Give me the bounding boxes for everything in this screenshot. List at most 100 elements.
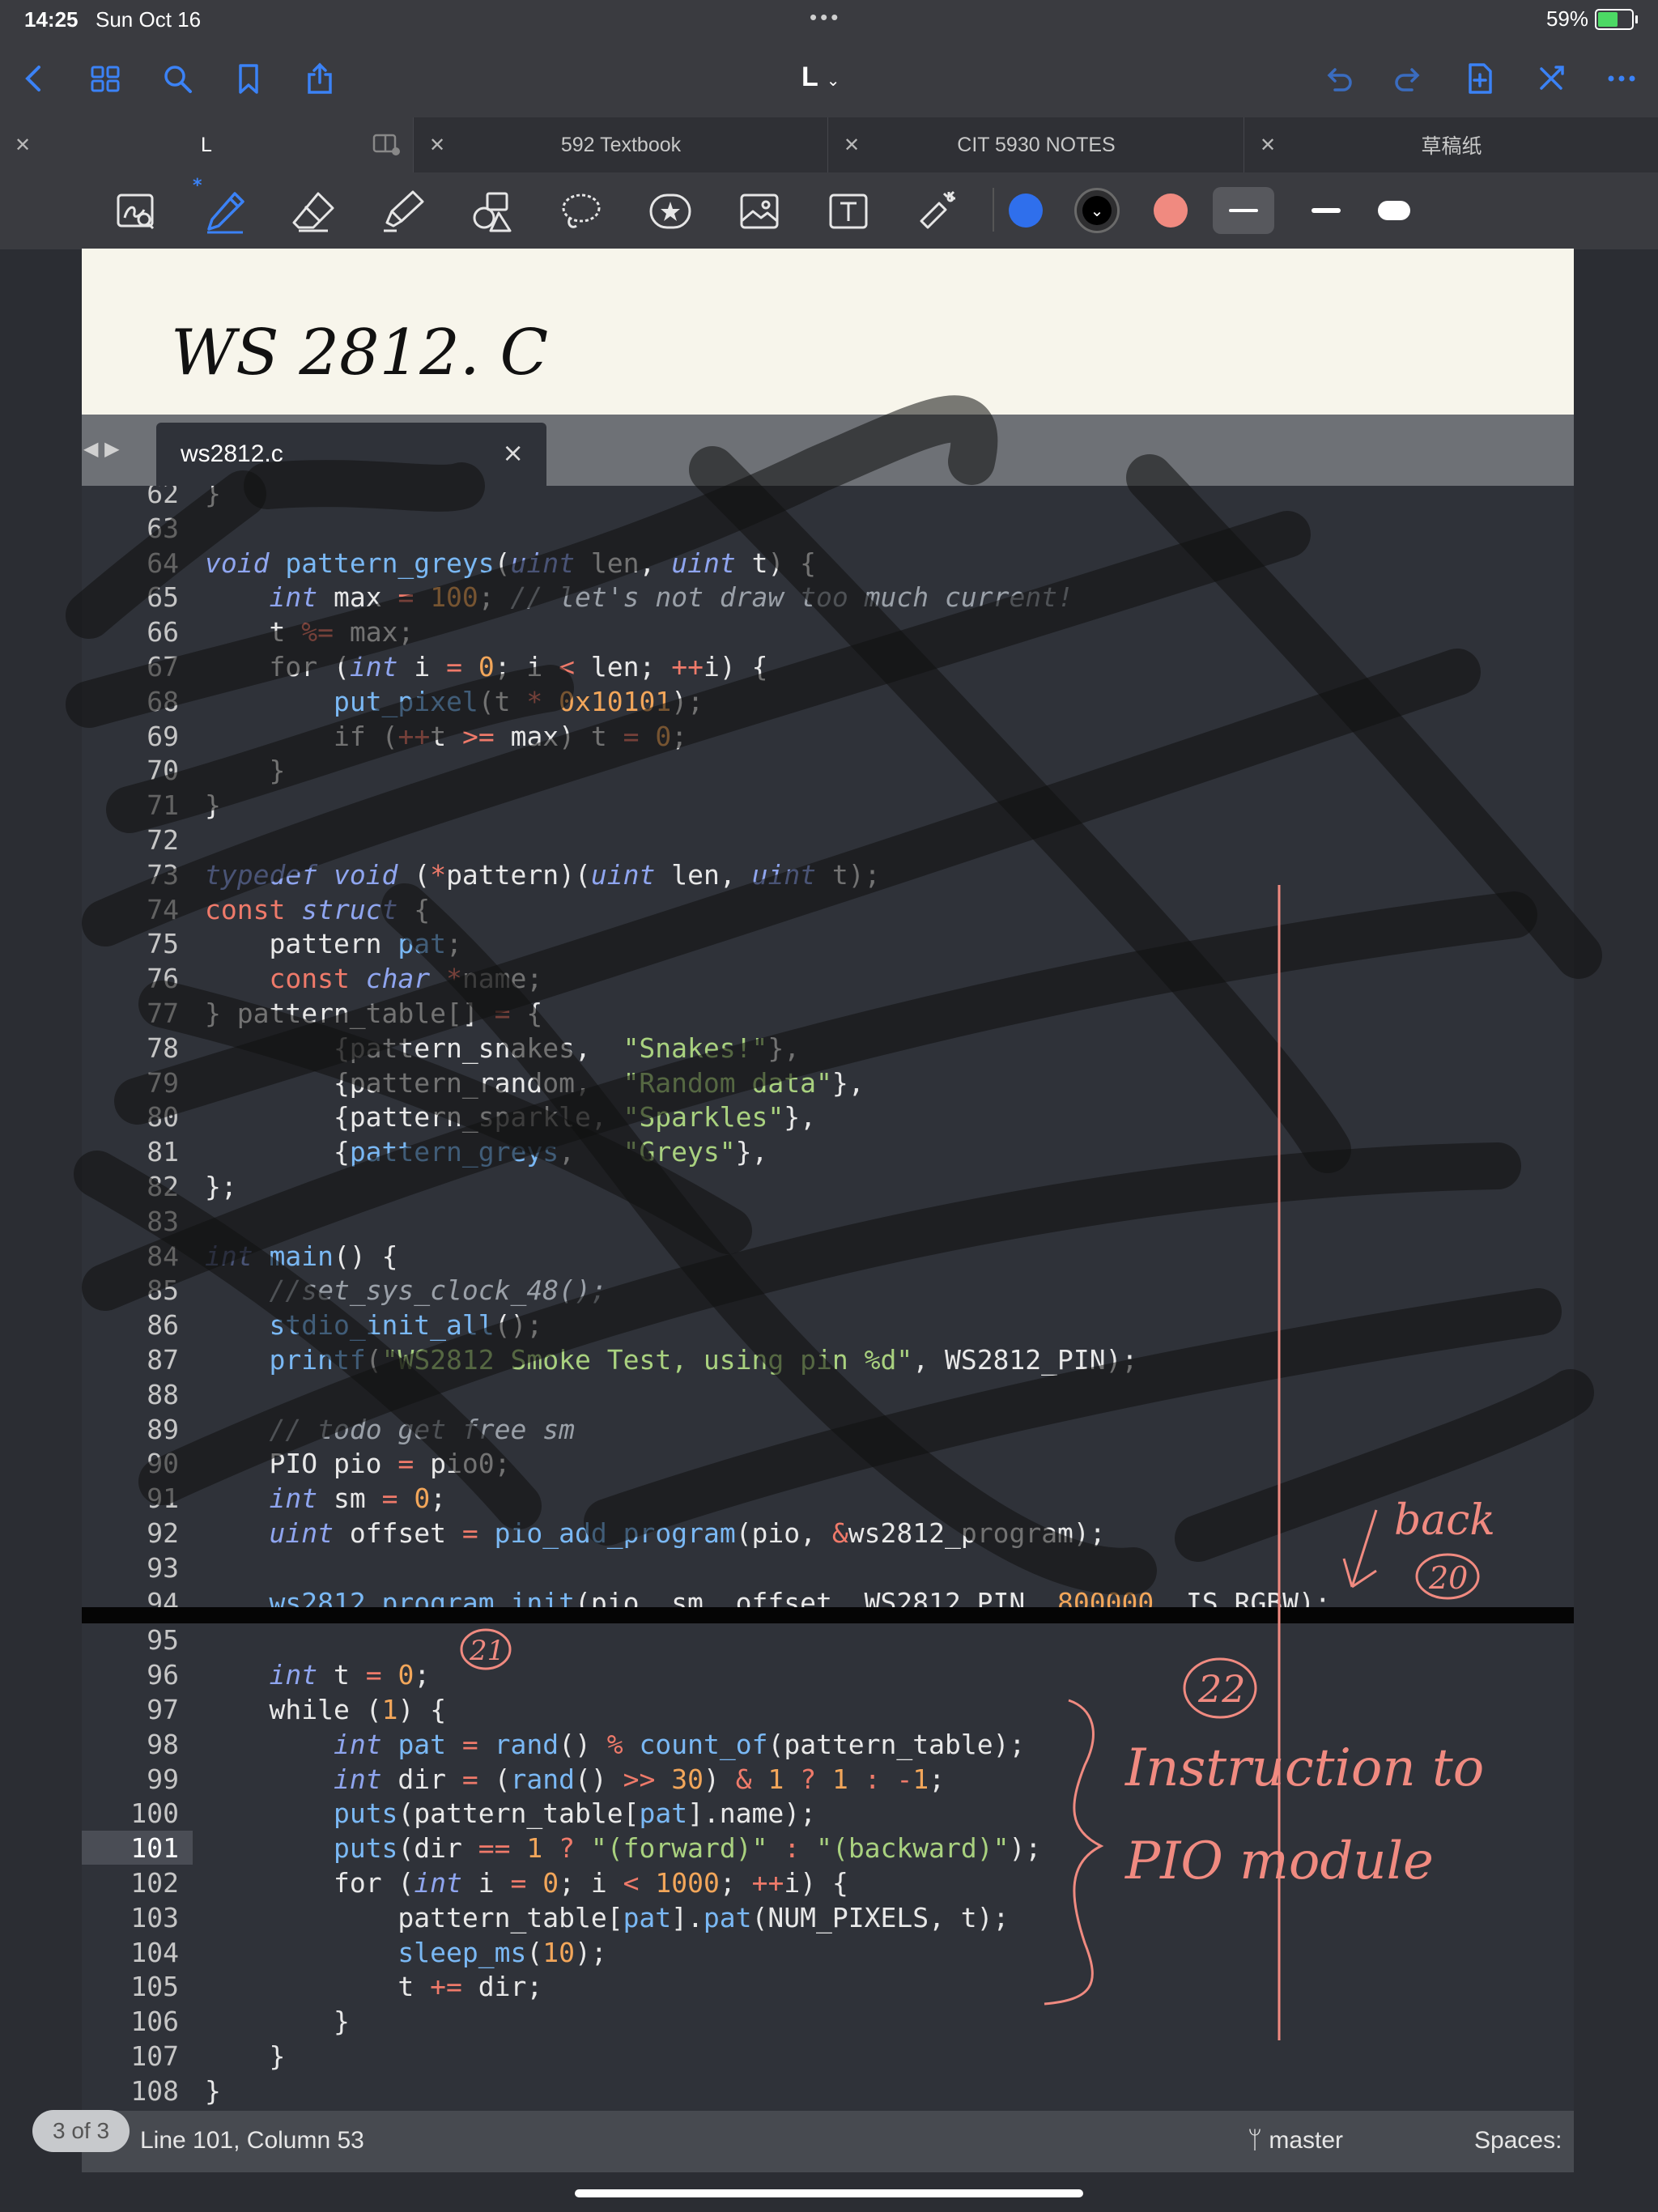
lasso-icon[interactable] <box>557 187 606 236</box>
code-line[interactable]: 77} pattern_table[] = { <box>82 996 1574 1031</box>
undo-icon[interactable] <box>1318 58 1358 99</box>
code-line[interactable]: 87 printf("WS2812 Smoke Test, using pin … <box>82 1342 1574 1377</box>
code-line[interactable]: 80 {pattern_sparkle, "Sparkles"}, <box>82 1100 1574 1134</box>
code-line[interactable]: 66 t %= max; <box>82 615 1574 649</box>
home-indicator[interactable] <box>575 2189 1083 2197</box>
code-line[interactable]: 76 const char *name; <box>82 961 1574 996</box>
close-icon[interactable]: ✕ <box>15 134 31 157</box>
code-line[interactable]: 64 void pattern_greys(uint len, uint t) { <box>82 546 1574 581</box>
highlighter-icon[interactable] <box>379 187 427 236</box>
code-line[interactable]: 89 // todo get free sm <box>82 1412 1574 1447</box>
code-line[interactable]: 68 put_pixel(t * 0x10101); <box>82 684 1574 719</box>
code-line[interactable]: 105 t += dir; <box>82 1969 1574 2004</box>
code-line[interactable]: 91 int sm = 0; <box>82 1481 1574 1516</box>
close-icon[interactable]: × <box>502 437 524 468</box>
code-line[interactable]: 100 puts(pattern_table[pat].name); <box>82 1796 1574 1831</box>
code-line[interactable]: 79 {pattern_random, "Random data"}, <box>82 1066 1574 1100</box>
code-line[interactable]: 62} <box>82 486 1574 511</box>
editor-tab-ws2812[interactable]: ws2812.c × <box>156 423 546 486</box>
code-text: {pattern_random, "Random data"}, <box>205 1066 865 1099</box>
document-title[interactable]: L ⌄ <box>801 62 840 93</box>
code-line[interactable]: 90 PIO pio = pio0; <box>82 1446 1574 1481</box>
code-line[interactable]: 67 for (int i = 0; i < len; ++i) { <box>82 649 1574 684</box>
line-number: 101 <box>130 1832 179 1865</box>
code-line[interactable]: 74 const struct { <box>82 892 1574 927</box>
code-line[interactable]: 65 int max = 100; // let's not draw too … <box>82 580 1574 615</box>
color-swatch-blue[interactable] <box>1009 194 1043 228</box>
code-line[interactable]: 99 int dir = (rand() >> 30) & 1 ? 1 : -1… <box>82 1762 1574 1797</box>
grid-icon[interactable] <box>85 58 125 99</box>
code-line[interactable]: 93 <box>82 1551 1574 1585</box>
close-tools-icon[interactable] <box>1531 58 1571 99</box>
pen-icon[interactable]: * <box>193 176 249 236</box>
code-line[interactable]: 106 } <box>82 2004 1574 2039</box>
close-icon[interactable]: ✕ <box>844 134 860 157</box>
code-line[interactable]: 82}; <box>82 1169 1574 1204</box>
multitasking-dots[interactable]: ••• <box>810 5 841 30</box>
eraser-icon[interactable] <box>289 187 338 236</box>
tab-draft-paper[interactable]: ✕ 草稿纸 <box>1245 117 1658 172</box>
line-number: 88 <box>147 1378 179 1410</box>
more-icon[interactable] <box>1601 58 1642 99</box>
code-text: typedef void (*pattern)(uint len, uint t… <box>205 858 881 891</box>
code-line[interactable]: 95 <box>82 1623 1574 1657</box>
color-swatch-black[interactable]: ⌄ <box>1074 188 1120 233</box>
tab-592-textbook[interactable]: ✕ 592 Textbook <box>414 117 828 172</box>
line-number: 90 <box>147 1448 179 1480</box>
git-branch[interactable]: ᛘ master <box>1248 2127 1343 2155</box>
code-line[interactable]: 84 int main() { <box>82 1239 1574 1274</box>
code-line[interactable]: 81 {pattern_greys, "Greys"}, <box>82 1134 1574 1169</box>
indentation-setting[interactable]: Spaces: <box>1474 2127 1562 2155</box>
code-line[interactable]: 104 sleep_ms(10); <box>82 1935 1574 1970</box>
laser-icon[interactable] <box>913 187 962 236</box>
code-line[interactable]: 92 uint offset = pio_add_program(pio, &w… <box>82 1516 1574 1551</box>
close-icon[interactable]: ✕ <box>1260 134 1276 157</box>
text-icon[interactable] <box>824 187 873 236</box>
code-line[interactable]: 69 if (++t >= max) t = 0; <box>82 719 1574 754</box>
stroke-thick-button[interactable] <box>1373 187 1422 234</box>
code-line[interactable]: 83 <box>82 1204 1574 1239</box>
bookmark-icon[interactable] <box>228 58 269 99</box>
code-line[interactable]: 103 pattern_table[pat].pat(NUM_PIXELS, t… <box>82 1900 1574 1935</box>
close-icon[interactable]: ✕ <box>429 134 445 157</box>
code-line[interactable]: 72 <box>82 823 1574 857</box>
code-text: PIO pio = pio0; <box>205 1448 511 1480</box>
code-line[interactable]: 88 <box>82 1377 1574 1412</box>
code-line[interactable]: 108} <box>82 2074 1574 2108</box>
code-line[interactable]: 97 while (1) { <box>82 1692 1574 1727</box>
cursor-position[interactable]: Line 101, Column 53 <box>140 2127 364 2155</box>
code-line[interactable]: 73 typedef void (*pattern)(uint len, uint… <box>82 857 1574 892</box>
shapes-icon[interactable] <box>468 187 517 236</box>
notebook-page[interactable]: WS 2812. C ◀ ▶ ws2812.c × 62} 63 64 void pa… <box>82 249 1574 2172</box>
code-line[interactable]: 96 int t = 0; <box>82 1657 1574 1692</box>
split-view-icon[interactable] <box>372 132 400 162</box>
search-icon[interactable] <box>157 58 198 99</box>
share-icon[interactable] <box>300 58 340 99</box>
tab-cit-5930-notes[interactable]: ✕ CIT 5930 NOTES <box>829 117 1244 172</box>
code-line[interactable]: 70 } <box>82 753 1574 788</box>
code-line[interactable]: 107 } <box>82 2039 1574 2074</box>
code-line[interactable]: 63 <box>82 511 1574 546</box>
code-line[interactable]: 98 int pat = rand() % count_of(pattern_t… <box>82 1727 1574 1762</box>
code-text: puts(dir == 1 ? "(forward)" : "(backward… <box>333 1832 1042 1865</box>
code-line[interactable]: 75 pattern pat; <box>82 926 1574 961</box>
tab-l[interactable]: ✕ L <box>0 117 414 172</box>
code-line[interactable]: 102 for (int i = 0; i < 1000; ++i) { <box>82 1865 1574 1900</box>
code-line[interactable]: 86 stdio_init_all(); <box>82 1308 1574 1342</box>
back-icon[interactable] <box>15 58 55 99</box>
code-line[interactable]: 109 <box>82 2108 1574 2111</box>
code-line[interactable]: 85 //set_sys_clock_48(); <box>82 1273 1574 1308</box>
redo-icon[interactable] <box>1388 58 1429 99</box>
color-swatch-pink[interactable] <box>1154 194 1188 228</box>
stroke-medium-button[interactable] <box>1302 187 1350 234</box>
tab-nav-arrows-icon[interactable]: ◀ ▶ <box>83 437 120 460</box>
star-icon[interactable] <box>646 187 695 236</box>
lasso-image-icon[interactable] <box>112 187 160 236</box>
add-page-icon[interactable] <box>1460 58 1500 99</box>
stroke-thin-button[interactable] <box>1213 187 1274 234</box>
code-line[interactable]: 71} <box>82 788 1574 823</box>
code-line[interactable]: 78 {pattern_snakes, "Snakes!"}, <box>82 1031 1574 1066</box>
image-icon[interactable] <box>735 187 784 236</box>
code-line[interactable]: 101 puts(dir == 1 ? "(forward)" : "(back… <box>82 1831 1574 1865</box>
code-area[interactable]: 62} 63 64 void pattern_greys(uint len, uint… <box>82 486 1574 2110</box>
